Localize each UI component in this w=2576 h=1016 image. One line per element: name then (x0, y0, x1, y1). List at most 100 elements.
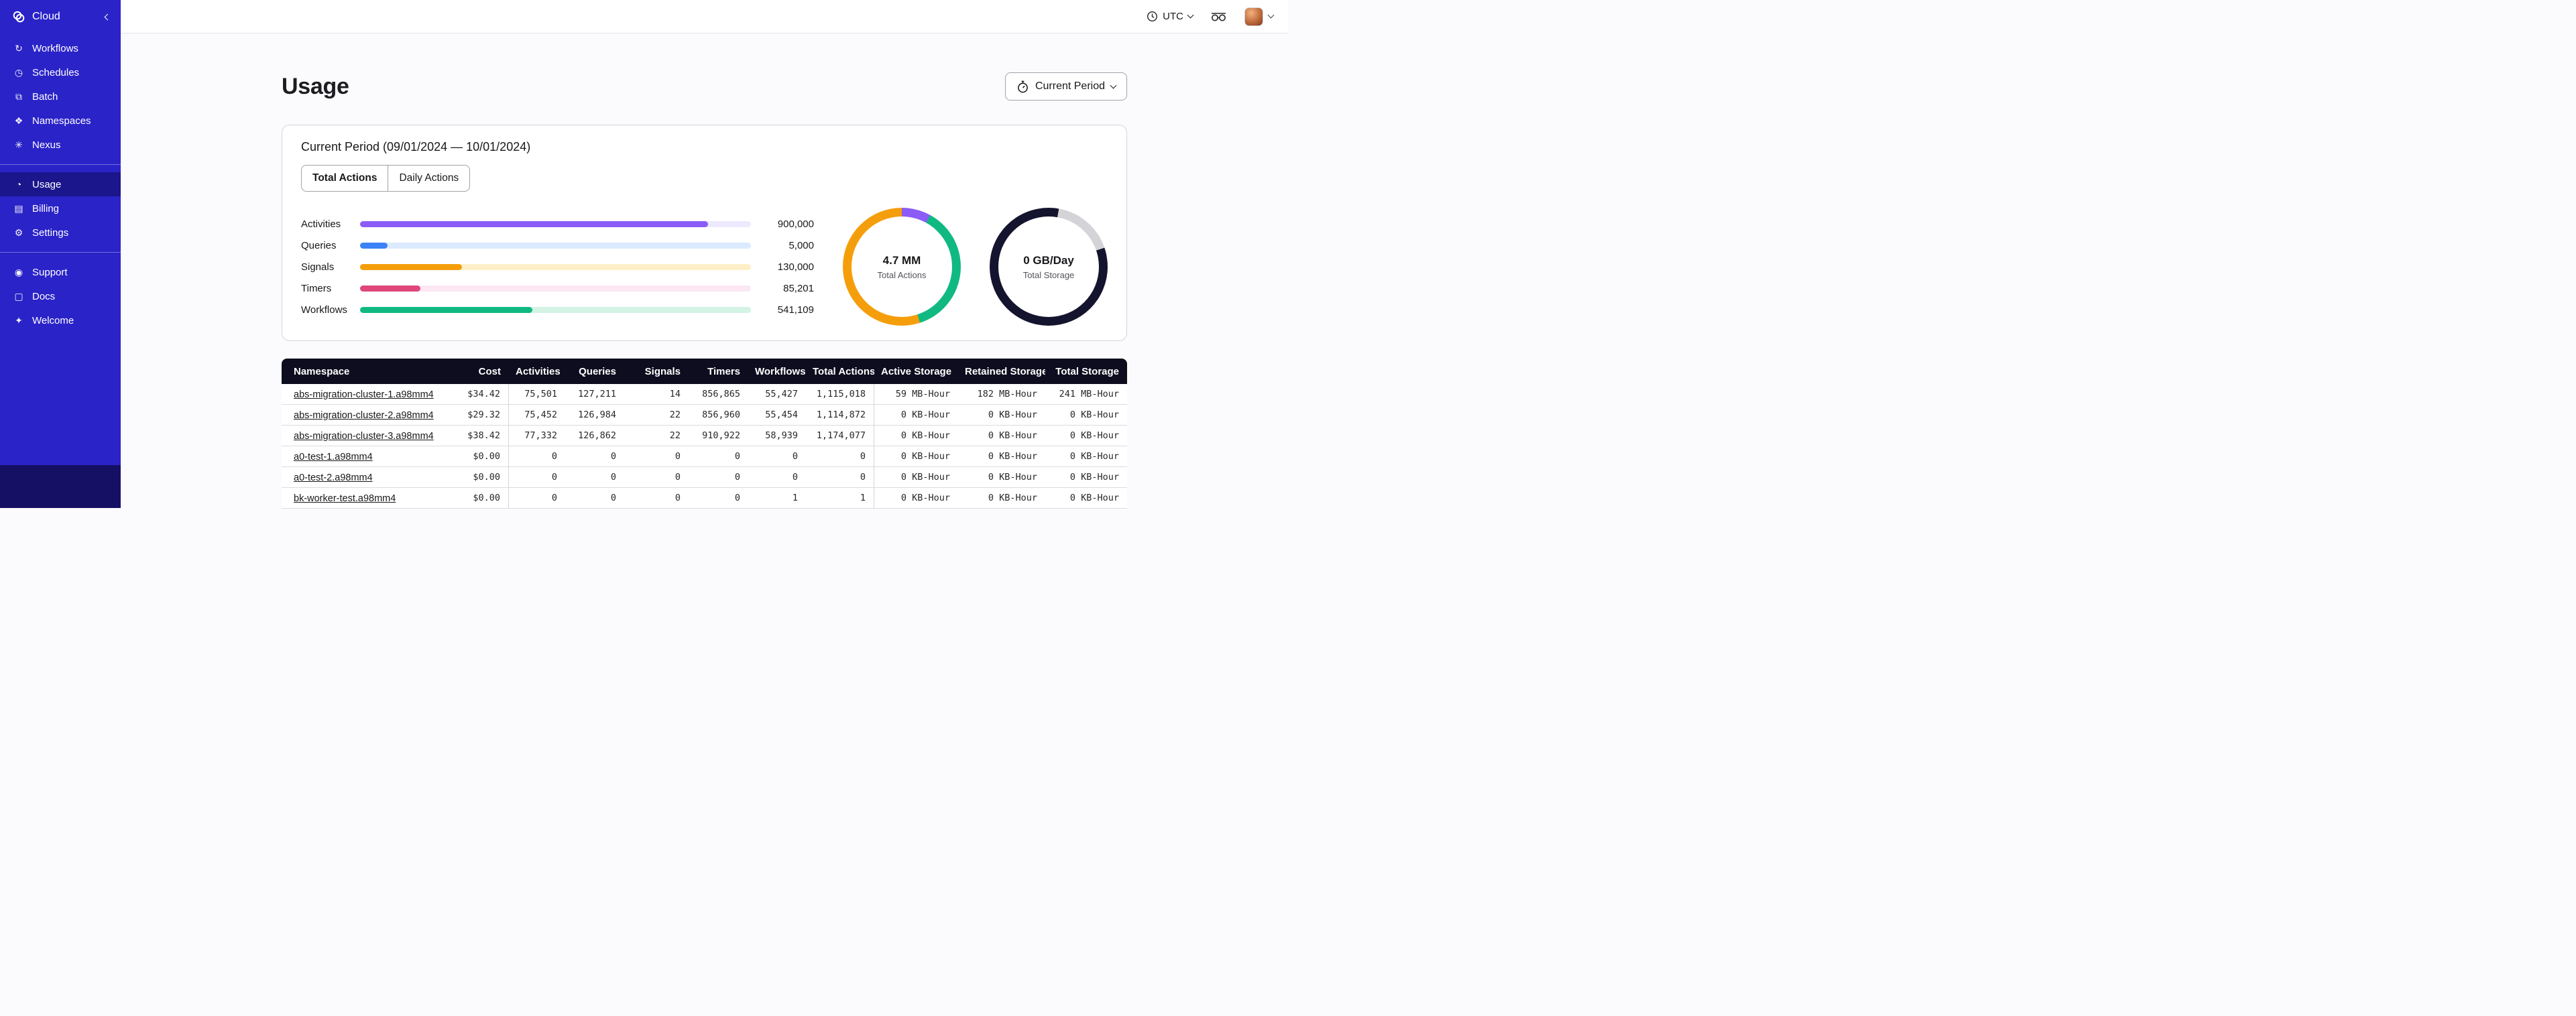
sidebar-item-settings[interactable]: ⚙ Settings (0, 220, 121, 245)
namespace-cell: a0-test-2.a98mm4 (282, 467, 453, 488)
sidebar-item-usage[interactable]: ◔ Usage (0, 172, 121, 196)
temporal-cloud-logo-icon (12, 10, 25, 23)
value-cell: 58,939 (748, 426, 806, 446)
namespace-link[interactable]: a0-test-1.a98mm4 (294, 452, 373, 462)
column-header: Retained Storage (958, 359, 1045, 384)
sidebar-item-namespaces[interactable]: ❖ Namespaces (0, 109, 121, 133)
timezone-selector[interactable]: UTC (1147, 11, 1194, 22)
period-dropdown-button[interactable]: Current Period (1004, 72, 1127, 101)
bar-value: 900,000 (777, 218, 814, 230)
settings-icon: ⚙ (14, 227, 23, 238)
usage-bar-row: Queries 5,000 (301, 235, 814, 256)
workflows-icon: ↻ (15, 43, 23, 54)
bar-label: Activities (301, 218, 341, 230)
welcome-icon: ✦ (15, 315, 23, 326)
sidebar-item-label: Billing (32, 202, 60, 214)
bar-value: 130,000 (777, 261, 814, 273)
column-header: Activities (509, 359, 565, 384)
sidebar-item-nexus[interactable]: ✳ Nexus (0, 133, 121, 157)
value-cell: 0 KB-Hour (1045, 405, 1127, 426)
brand-label: Cloud (32, 11, 60, 22)
bar-value: 85,201 (783, 282, 814, 294)
tab-total-actions[interactable]: Total Actions (302, 166, 388, 191)
sidebar-item-welcome[interactable]: ✦ Welcome (0, 308, 121, 332)
namespace-link[interactable]: abs-migration-cluster-2.a98mm4 (294, 410, 434, 421)
chevron-down-icon (1187, 11, 1194, 19)
period-dropdown-label: Current Period (1035, 80, 1105, 92)
value-cell: 55,454 (748, 405, 806, 426)
sidebar-item-label: Nexus (32, 139, 61, 151)
value-cell: 0 KB-Hour (874, 446, 958, 467)
value-cell: 0 (509, 467, 565, 488)
value-cell: $34.42 (453, 384, 509, 405)
column-header: Timers (689, 359, 748, 384)
sidebar-item-schedules[interactable]: ◷ Schedules (0, 60, 121, 84)
sidebar-footer (0, 465, 121, 508)
support-icon: ◉ (14, 267, 23, 277)
value-cell: 0 (748, 467, 806, 488)
value-cell: 0 (689, 446, 748, 467)
sidebar-item-support[interactable]: ◉ Support (0, 260, 121, 284)
docs-icon: ▢ (14, 291, 23, 302)
value-cell: $38.42 (453, 426, 509, 446)
feedback-goggles-button[interactable] (1210, 11, 1227, 22)
table-header: Namespace Cost Activities Queries Signals Tim… (282, 359, 1127, 384)
table-row: abs-migration-cluster-2.a98mm4 $29.32 75,4… (282, 405, 1127, 426)
bar-fill (360, 242, 388, 249)
value-cell: 0 KB-Hour (958, 426, 1045, 446)
value-cell: 0 KB-Hour (958, 405, 1045, 426)
table-row: a0-test-1.a98mm4 $0.00 0 0 0 0 0 0 0 KB-Hour 0 KB… (282, 446, 1127, 467)
usage-bar-row: Signals 130,000 (301, 256, 814, 277)
value-cell: 59 MB-Hour (874, 384, 958, 405)
sidebar-divider (0, 252, 121, 253)
sidebar-item-workflows[interactable]: ↻ Workflows (0, 36, 121, 60)
namespaces-icon: ❖ (14, 115, 23, 126)
bar-track (360, 242, 751, 249)
namespace-cell: abs-migration-cluster-1.a98mm4 (282, 384, 453, 405)
usage-bar-row: Timers 85,201 (301, 277, 814, 299)
value-cell: 0 (509, 446, 565, 467)
column-header: Queries (565, 359, 624, 384)
batch-icon: ⧉ (15, 91, 22, 102)
value-cell: 0 KB-Hour (958, 446, 1045, 467)
value-cell: 1,114,872 (806, 405, 874, 426)
bar-track (360, 285, 751, 292)
column-header: Workflows (748, 359, 806, 384)
value-cell: 0 KB-Hour (874, 426, 958, 446)
chevron-down-icon (1267, 11, 1275, 19)
table-row: a0-test-2.a98mm4 $0.00 0 0 0 0 0 0 0 KB-Hour 0 KB… (282, 467, 1127, 488)
sidebar-item-label: Settings (32, 227, 69, 239)
sidebar-item-batch[interactable]: ⧉ Batch (0, 84, 121, 109)
value-cell: $29.32 (453, 405, 509, 426)
value-cell: 0 (748, 446, 806, 467)
value-cell: 0 KB-Hour (874, 467, 958, 488)
table-row: bk-worker-test.a98mm4 $0.00 0 0 0 0 1 1 0 KB-Hou… (282, 488, 1127, 509)
value-cell: 182 MB-Hour (958, 384, 1045, 405)
value-cell: 77,332 (509, 426, 565, 446)
usage-bar-row: Workflows 541,109 (301, 299, 814, 320)
value-cell: 1 (806, 488, 874, 509)
column-header: Active Storage (874, 359, 958, 384)
sidebar-item-docs[interactable]: ▢ Docs (0, 284, 121, 308)
table-body: abs-migration-cluster-1.a98mm4 $34.42 75,5… (282, 384, 1127, 509)
donut-total-storage-label: Total Storage (1022, 269, 1075, 280)
value-cell: 0 (624, 488, 689, 509)
namespace-link[interactable]: abs-migration-cluster-1.a98mm4 (294, 389, 434, 400)
value-cell: 910,922 (689, 426, 748, 446)
sidebar-item-billing[interactable]: ▤ Billing (0, 196, 121, 220)
sidebar-collapse-button[interactable] (104, 11, 111, 23)
namespace-usage-table: Namespace Cost Activities Queries Signals Tim… (282, 359, 1127, 509)
sidebar-item-label: Schedules (32, 66, 80, 78)
chevron-left-icon (104, 13, 111, 21)
chevron-down-icon (1110, 82, 1117, 88)
value-cell: 0 KB-Hour (958, 488, 1045, 509)
account-menu[interactable] (1244, 7, 1275, 26)
namespace-link[interactable]: abs-migration-cluster-3.a98mm4 (294, 431, 434, 442)
value-cell: 126,862 (565, 426, 624, 446)
namespace-link[interactable]: a0-test-2.a98mm4 (294, 472, 373, 483)
namespace-link[interactable]: bk-worker-test.a98mm4 (294, 493, 396, 504)
tab-daily-actions[interactable]: Daily Actions (388, 166, 469, 191)
donut-total-actions-value: 4.7 MM (882, 253, 921, 267)
clock-icon (1147, 11, 1158, 22)
value-cell: 0 (624, 467, 689, 488)
